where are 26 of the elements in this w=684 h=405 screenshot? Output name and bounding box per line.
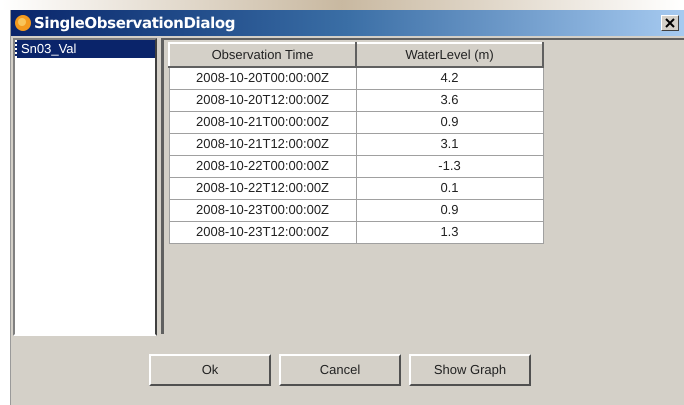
table-cell: 2008-10-21T12:00:00Z [169,133,356,155]
table-cell: 2008-10-23T00:00:00Z [169,199,356,221]
list-item[interactable]: Sn03_Val [15,40,155,58]
table-cell: 1.3 [356,221,543,243]
column-header[interactable]: Observation Time [169,43,356,67]
column-header[interactable]: WaterLevel (m) [356,43,543,67]
dialog-button[interactable]: Show Graph [409,354,531,386]
table-cell: 2008-10-22T00:00:00Z [169,155,356,177]
table-cell: 0.9 [356,199,543,221]
table-cell: 2008-10-20T12:00:00Z [169,89,356,111]
close-icon [665,18,675,28]
window-title: SingleObservationDialog [34,12,236,34]
table-cell: 0.1 [356,177,543,199]
table-cell: 3.6 [356,89,543,111]
table-cell: 3.1 [356,133,543,155]
table-cell: 2008-10-20T00:00:00Z [169,67,356,89]
app-icon [14,14,32,32]
table-cell: 2008-10-23T12:00:00Z [169,221,356,243]
table-cell: 2008-10-22T12:00:00Z [169,177,356,199]
dialog-button[interactable]: Ok [149,354,271,386]
close-button[interactable] [661,15,679,31]
table-cell: 0.9 [356,111,543,133]
dialog-button[interactable]: Cancel [279,354,401,386]
table-cell: 4.2 [356,67,543,89]
table-cell: 2008-10-21T00:00:00Z [169,111,356,133]
table-cell: -1.3 [356,155,543,177]
